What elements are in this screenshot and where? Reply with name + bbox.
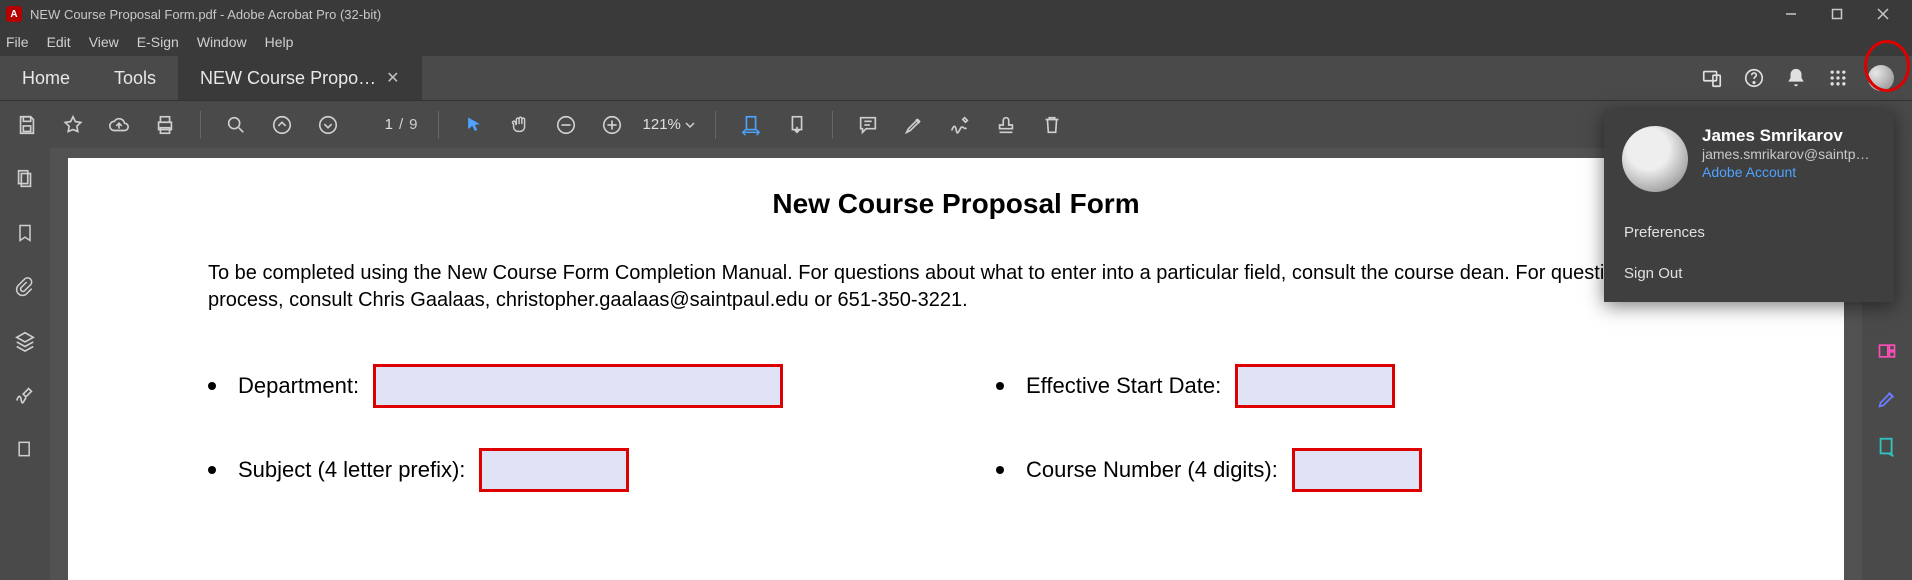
- acrobat-icon: A: [6, 6, 22, 22]
- tool-export-teal-icon[interactable]: [1874, 434, 1900, 460]
- help-icon[interactable]: [1742, 66, 1766, 90]
- menubar: File Edit View E-Sign Window Help: [0, 28, 1912, 56]
- cloud-upload-icon[interactable]: [104, 110, 134, 140]
- tab-home[interactable]: Home: [0, 56, 92, 100]
- start-date-input[interactable]: [1235, 364, 1395, 408]
- tab-bar: Home Tools NEW Course Propo… ✕: [0, 56, 1912, 100]
- titlebar: A NEW Course Proposal Form.pdf - Adobe A…: [0, 0, 1912, 28]
- tab-document-label: NEW Course Propo…: [200, 68, 376, 89]
- page-up-icon[interactable]: [267, 110, 297, 140]
- sign-icon[interactable]: [945, 110, 975, 140]
- sign-out-item[interactable]: Sign Out: [1622, 253, 1876, 294]
- layers-icon[interactable]: [12, 328, 38, 354]
- select-arrow-icon[interactable]: [459, 110, 489, 140]
- tab-tools-label: Tools: [114, 68, 156, 89]
- zoom-value: 121%: [643, 116, 681, 133]
- adobe-account-link[interactable]: Adobe Account: [1702, 164, 1876, 180]
- tab-document[interactable]: NEW Course Propo… ✕: [178, 56, 421, 100]
- save-icon[interactable]: [12, 110, 42, 140]
- menu-window[interactable]: Window: [197, 34, 247, 50]
- trash-icon[interactable]: [1037, 110, 1067, 140]
- page-down-icon[interactable]: [313, 110, 343, 140]
- popup-avatar: [1622, 126, 1688, 192]
- menu-esign[interactable]: E-Sign: [137, 34, 179, 50]
- hand-icon[interactable]: [505, 110, 535, 140]
- zoom-level[interactable]: 121%: [643, 116, 695, 133]
- course-number-label: Course Number (4 digits):: [1026, 457, 1278, 483]
- thumbnails-icon[interactable]: [12, 166, 38, 192]
- share-devices-icon[interactable]: [1700, 66, 1724, 90]
- stamp-icon[interactable]: [991, 110, 1021, 140]
- highlight-icon[interactable]: [899, 110, 929, 140]
- field-department: Department:: [208, 364, 916, 408]
- menu-view[interactable]: View: [89, 34, 119, 50]
- minimize-button[interactable]: [1768, 0, 1814, 28]
- account-avatar[interactable]: [1868, 65, 1894, 91]
- doc-intro: To be completed using the New Course For…: [208, 260, 1704, 314]
- page-sep: /: [399, 116, 403, 133]
- department-input[interactable]: [373, 364, 783, 408]
- bell-icon[interactable]: [1784, 66, 1808, 90]
- star-icon[interactable]: [58, 110, 88, 140]
- zoom-out-icon[interactable]: [551, 110, 581, 140]
- attachment-icon[interactable]: [12, 274, 38, 300]
- preferences-item[interactable]: Preferences: [1622, 212, 1876, 253]
- pdf-page: New Course Proposal Form To be completed…: [68, 158, 1844, 580]
- current-page-input[interactable]: [359, 116, 393, 133]
- print-icon[interactable]: [150, 110, 180, 140]
- field-subject: Subject (4 letter prefix):: [208, 448, 916, 492]
- more-panel-icon[interactable]: [12, 436, 38, 462]
- department-label: Department:: [238, 373, 359, 399]
- apps-grid-icon[interactable]: [1826, 66, 1850, 90]
- bullet-icon: [208, 466, 216, 474]
- close-tab-icon[interactable]: ✕: [386, 68, 399, 88]
- course-number-input[interactable]: [1292, 448, 1422, 492]
- tab-home-label: Home: [22, 68, 70, 89]
- comment-icon[interactable]: [853, 110, 883, 140]
- maximize-button[interactable]: [1814, 0, 1860, 28]
- menu-file[interactable]: File: [6, 34, 29, 50]
- page-width-icon[interactable]: [736, 110, 766, 140]
- subject-input[interactable]: [479, 448, 629, 492]
- start-date-label: Effective Start Date:: [1026, 373, 1221, 399]
- close-window-button[interactable]: [1860, 0, 1906, 28]
- chevron-down-icon: [685, 120, 695, 130]
- document-viewport[interactable]: New Course Proposal Form To be completed…: [50, 148, 1862, 580]
- account-email: james.smrikarov@saintpa…: [1702, 146, 1876, 162]
- fit-page-icon[interactable]: [782, 110, 812, 140]
- zoom-in-icon[interactable]: [597, 110, 627, 140]
- page-indicator: / 9: [359, 116, 418, 133]
- account-name: James Smrikarov: [1702, 126, 1876, 146]
- bookmark-icon[interactable]: [12, 220, 38, 246]
- doc-title: New Course Proposal Form: [208, 188, 1704, 220]
- tool-edit-blue-icon[interactable]: [1874, 386, 1900, 412]
- bullet-icon: [996, 466, 1004, 474]
- tab-tools[interactable]: Tools: [92, 56, 178, 100]
- signature-panel-icon[interactable]: [12, 382, 38, 408]
- tool-panel-pink-icon[interactable]: [1874, 338, 1900, 364]
- bullet-icon: [996, 382, 1004, 390]
- page-total: 9: [409, 116, 417, 133]
- field-course-number: Course Number (4 digits):: [996, 448, 1704, 492]
- left-navigation-rail: [0, 148, 50, 580]
- account-popup: James Smrikarov james.smrikarov@saintpa……: [1604, 110, 1894, 302]
- menu-help[interactable]: Help: [265, 34, 294, 50]
- subject-label: Subject (4 letter prefix):: [238, 457, 465, 483]
- menu-edit[interactable]: Edit: [47, 34, 71, 50]
- window-title: NEW Course Proposal Form.pdf - Adobe Acr…: [30, 7, 381, 22]
- field-start-date: Effective Start Date:: [996, 364, 1704, 408]
- find-icon[interactable]: [221, 110, 251, 140]
- bullet-icon: [208, 382, 216, 390]
